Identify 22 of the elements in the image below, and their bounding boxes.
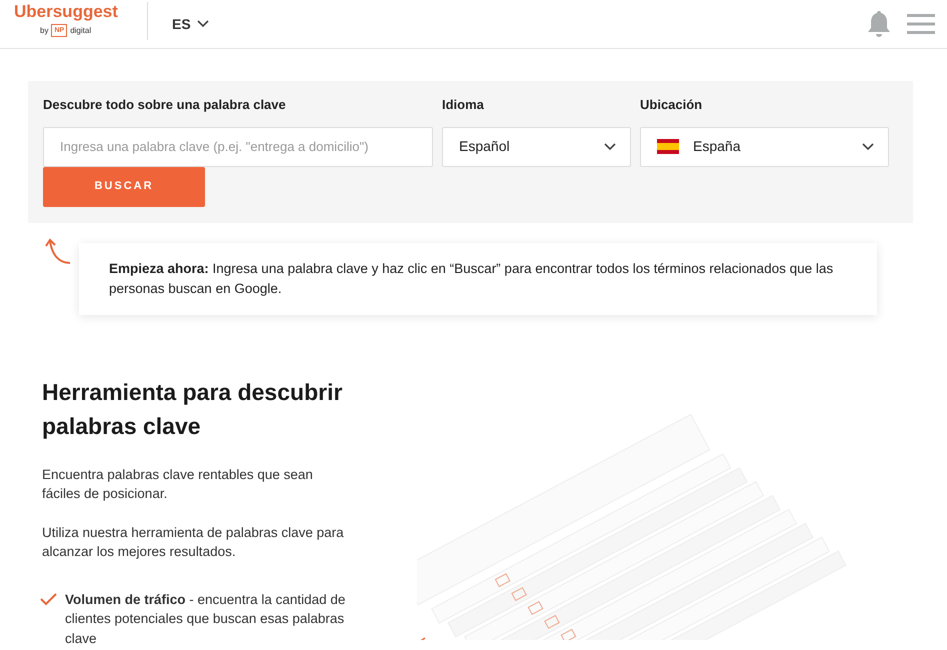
field-label: Idioma [442,96,485,114]
byline-text: digital [70,24,92,36]
keyword-input[interactable]: Ingresa una palabra clave (p.ej. "entrega a domicilio") [43,126,433,166]
field-label: Ubicación [640,96,704,114]
description-text: Utiliza nuestra herramienta de palabras clave para alcanzar los mejores resultados. [42,524,345,561]
section-heading: Herramienta para descubrir palabras clave [42,378,344,441]
chevron-down-icon [196,20,209,28]
language-selector[interactable]: ES [172,14,209,34]
chevron-down-icon [604,142,616,150]
checkmark-icon [40,592,57,606]
curved-arrow-icon [45,236,71,264]
language-dropdown[interactable]: Español [442,126,631,166]
byline-text: by [40,24,48,36]
description-text: Encuentra palabras clave rentables que sean fáciles de posicionar. [42,466,314,503]
field-label: Descubre todo sobre una palabra clave [43,96,287,114]
location-dropdown[interactable]: España [640,126,889,166]
chevron-down-icon [862,142,874,150]
feature-text: Volumen de tráfico - encuentra la cantidad de clientes potenciales que buscan esas palabras clave [65,590,346,648]
flag-icon [657,139,679,154]
bell-icon[interactable] [867,10,891,38]
menu-icon[interactable] [907,13,935,35]
tip-message: Empieza ahora: Ingresa una palabra clave y haz clic en “Buscar” para encontrar todos los términos relacionados que las personas buscan en Google. [79,242,877,314]
